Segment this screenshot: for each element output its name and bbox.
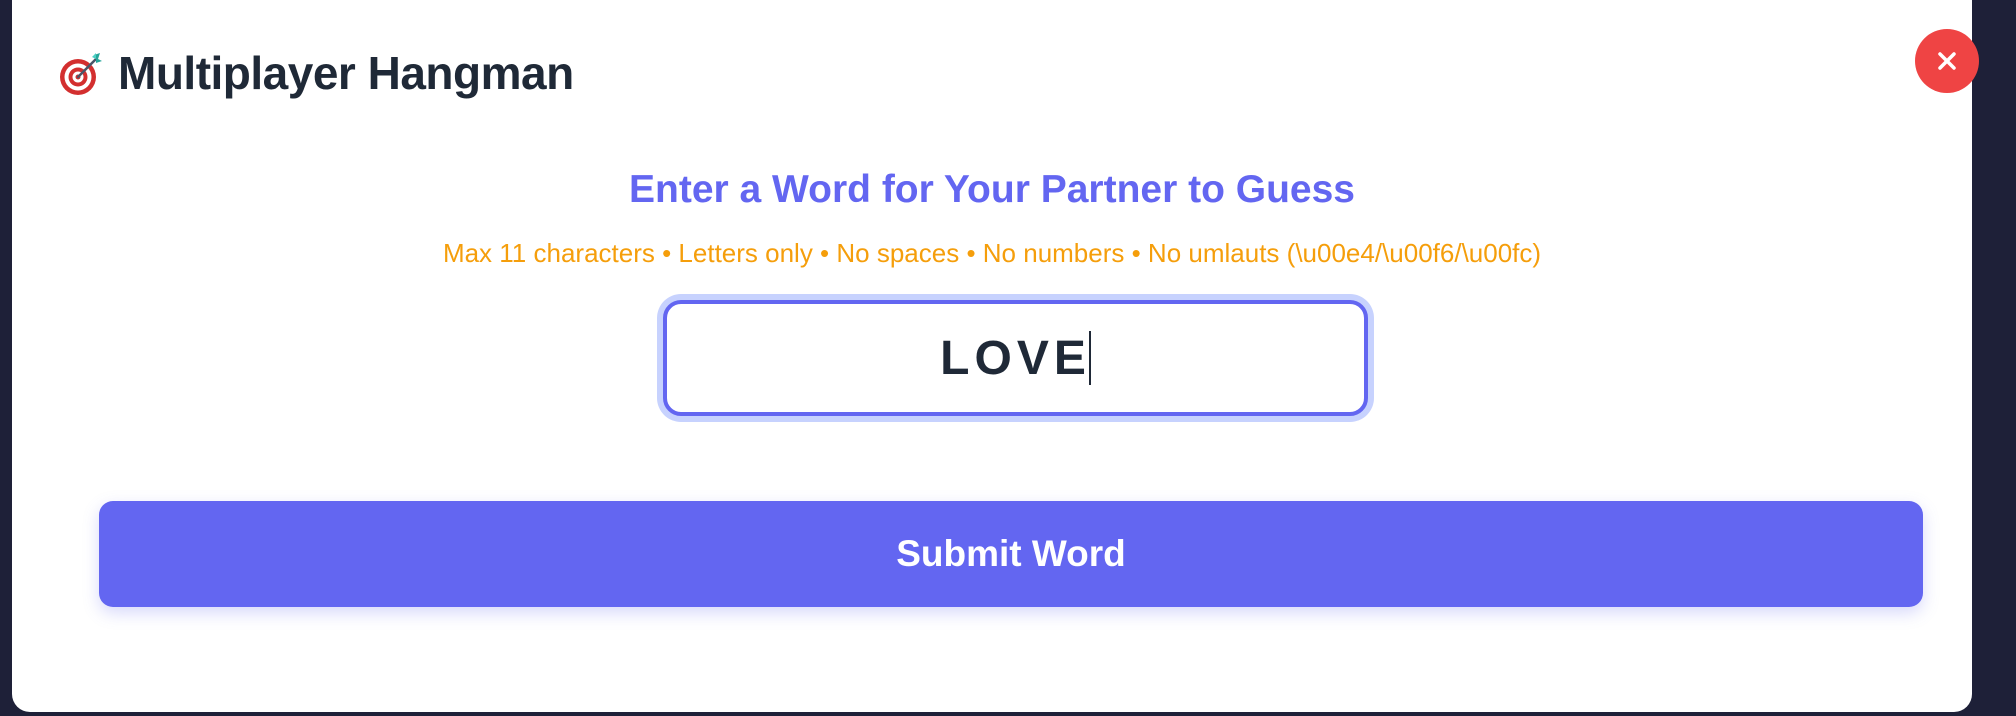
close-button[interactable] bbox=[1915, 29, 1979, 93]
dart-target-icon bbox=[60, 53, 102, 95]
close-icon bbox=[1938, 52, 1956, 70]
word-input[interactable] bbox=[663, 300, 1368, 416]
page-title: Multiplayer Hangman bbox=[118, 47, 574, 99]
modal-header: Multiplayer Hangman bbox=[58, 46, 574, 100]
word-entry-modal: Multiplayer Hangman Enter a Word for You… bbox=[12, 0, 1979, 712]
word-rules-text: Max 11 characters • Letters only • No sp… bbox=[442, 238, 1542, 268]
prompt-heading: Enter a Word for Your Partner to Guess bbox=[629, 168, 1355, 211]
submit-word-button[interactable]: Submit Word bbox=[99, 501, 1923, 607]
